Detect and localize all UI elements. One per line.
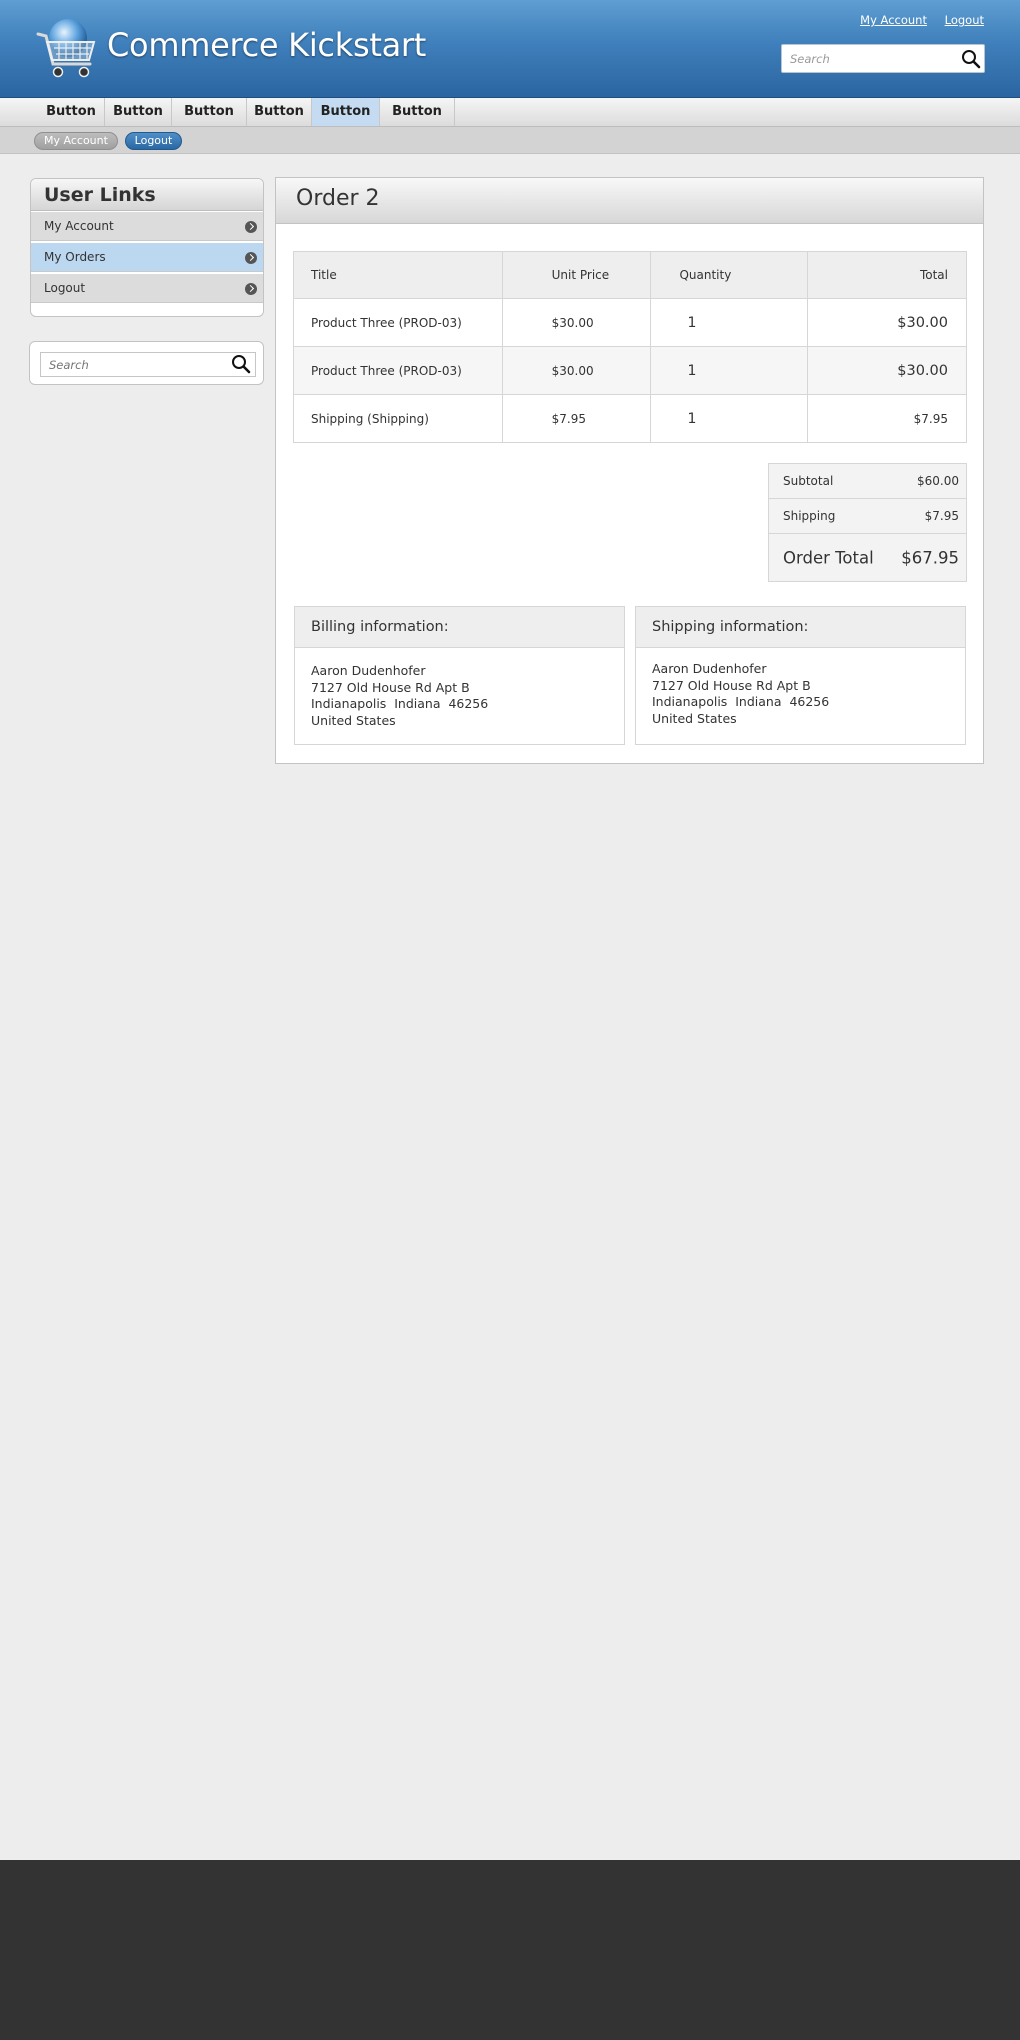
- billing-address: Aaron Dudenhofer 7127 Old House Rd Apt B…: [295, 648, 624, 729]
- table-row: Product Three (PROD-03) $30.00 1 $30.00: [293, 298, 967, 347]
- table-row: Shipping (Shipping) $7.95 1 $7.95: [293, 394, 967, 443]
- sidebar-item-label: My Orders: [44, 250, 106, 264]
- billing-name: Aaron Dudenhofer: [311, 663, 426, 678]
- line-item-unit-price: $30.00: [501, 298, 652, 347]
- sidebar-search: [40, 352, 256, 377]
- sidebar-item-my-orders[interactable]: My Orders: [31, 243, 263, 272]
- shipping-name: Aaron Dudenhofer: [652, 661, 767, 676]
- secondary-my-account-tab[interactable]: My Account: [34, 132, 118, 150]
- site-name[interactable]: Commerce Kickstart: [107, 26, 426, 64]
- table-row: Product Three (PROD-03) $30.00 1 $30.00: [293, 346, 967, 395]
- shipping-heading: Shipping information:: [636, 607, 965, 648]
- line-item-title: Shipping (Shipping): [293, 394, 503, 443]
- order-total-row: Order Total $67.95: [769, 534, 966, 581]
- line-item-total: $30.00: [807, 346, 967, 395]
- column-header-quantity: Quantity: [650, 251, 809, 299]
- nav-button-1[interactable]: Button: [38, 98, 105, 126]
- shipping-information: Shipping information: Aaron Dudenhofer 7…: [635, 606, 966, 745]
- shipping-address: Aaron Dudenhofer 7127 Old House Rd Apt B…: [636, 648, 965, 727]
- sidebar-item-logout[interactable]: Logout: [31, 274, 263, 303]
- page-title: Order 2: [296, 186, 380, 211]
- primary-nav: Button Button Button Button Button Butto…: [0, 98, 1020, 127]
- sidebar-search-block: [29, 341, 264, 385]
- sidebar-item-my-account[interactable]: My Account: [31, 212, 263, 241]
- sidebar-search-input[interactable]: [41, 353, 221, 376]
- billing-heading: Billing information:: [295, 607, 624, 648]
- site-footer: [0, 1860, 1020, 2040]
- nav-button-2[interactable]: Button: [105, 98, 172, 126]
- order-title-bar: Order 2: [276, 178, 983, 224]
- search-icon[interactable]: [960, 48, 982, 70]
- order-items-table: Title Unit Price Quantity Total Product …: [293, 251, 967, 443]
- user-links-title: User Links: [31, 179, 263, 211]
- nav-button-5[interactable]: Button: [312, 98, 380, 126]
- column-header-title: Title: [293, 251, 503, 299]
- shipping-label: Shipping: [783, 509, 836, 523]
- subtotal-value: $60.00: [917, 474, 959, 488]
- search-icon[interactable]: [230, 353, 252, 375]
- column-header-unit-price: Unit Price: [501, 251, 652, 299]
- secondary-logout-tab[interactable]: Logout: [125, 132, 182, 150]
- billing-street: 7127 Old House Rd Apt B: [311, 679, 470, 695]
- line-item-total: $30.00: [807, 298, 967, 347]
- header-search-input[interactable]: [782, 45, 952, 72]
- shopping-cart-logo-icon[interactable]: [34, 14, 100, 82]
- line-item-quantity: 1: [650, 394, 809, 443]
- nav-button-3[interactable]: Button: [172, 98, 247, 126]
- nav-button-6[interactable]: Button: [380, 98, 455, 126]
- column-header-total: Total: [807, 251, 967, 299]
- line-item-unit-price: $7.95: [501, 394, 652, 443]
- site-header: Commerce Kickstart My Account Logout: [0, 0, 1020, 98]
- chevron-right-icon: [245, 221, 257, 233]
- shipping-country: United States: [652, 710, 737, 726]
- sidebar-item-label: My Account: [44, 219, 114, 233]
- shipping-row: Shipping $7.95: [769, 499, 966, 534]
- billing-city-line: Indianapolis Indiana 46256: [311, 696, 489, 711]
- billing-country: United States: [311, 712, 396, 728]
- nav-button-4[interactable]: Button: [247, 98, 312, 126]
- subtotal-label: Subtotal: [783, 474, 834, 488]
- line-item-quantity: 1: [650, 298, 809, 347]
- header-logout-link[interactable]: Logout: [945, 13, 984, 27]
- line-item-title: Product Three (PROD-03): [293, 298, 503, 347]
- header-search: [781, 44, 985, 73]
- secondary-nav: My Account Logout: [0, 127, 1020, 154]
- header-my-account-link[interactable]: My Account: [860, 13, 927, 27]
- subtotal-row: Subtotal $60.00: [769, 464, 966, 499]
- table-header-row: Title Unit Price Quantity Total: [293, 251, 967, 299]
- order-total-label: Order Total: [783, 548, 874, 567]
- sidebar-item-label: Logout: [44, 281, 86, 295]
- line-item-total: $7.95: [807, 394, 967, 443]
- order-panel: Order 2 Title Unit Price Quantity Total …: [275, 177, 984, 764]
- header-user-links: My Account Logout: [846, 13, 984, 27]
- chevron-right-icon: [245, 252, 257, 264]
- line-item-quantity: 1: [650, 346, 809, 395]
- shipping-street: 7127 Old House Rd Apt B: [652, 677, 811, 693]
- chevron-right-icon: [245, 283, 257, 295]
- order-totals: Subtotal $60.00 Shipping $7.95 Order Tot…: [768, 463, 967, 582]
- order-total-value: $67.95: [901, 548, 959, 567]
- shipping-city-line: Indianapolis Indiana 46256: [652, 694, 830, 709]
- user-links-block: User Links My Account My Orders Logout: [30, 178, 264, 317]
- billing-information: Billing information: Aaron Dudenhofer 71…: [294, 606, 625, 745]
- line-item-unit-price: $30.00: [501, 346, 652, 395]
- line-item-title: Product Three (PROD-03): [293, 346, 503, 395]
- shipping-value: $7.95: [924, 509, 959, 523]
